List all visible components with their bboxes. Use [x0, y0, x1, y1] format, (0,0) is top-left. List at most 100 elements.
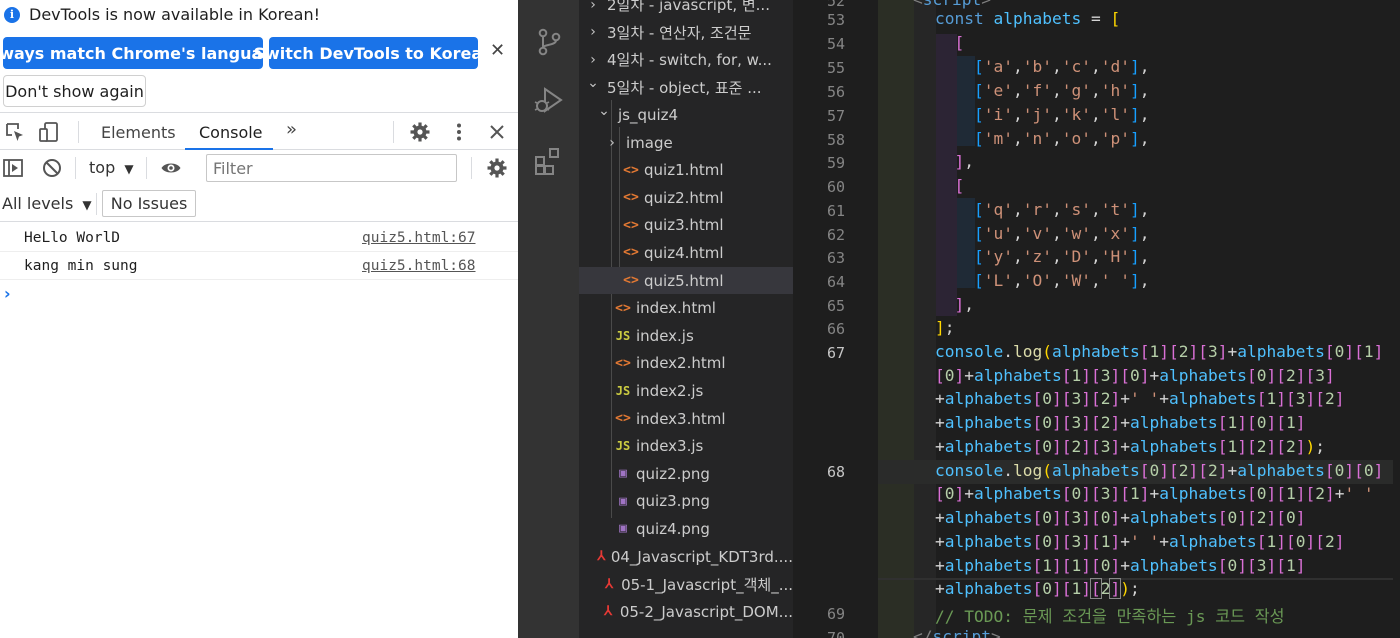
code-line-67-wrap: [0]+alphabets[1][3][0]+alphabets[0][2][3…: [935, 366, 1335, 385]
explorer-folder[interactable]: › 2일차 - javascript, 변...: [579, 0, 793, 18]
context-value: top: [89, 158, 116, 177]
run-debug-icon[interactable]: [533, 84, 565, 116]
tab-elements[interactable]: Elements: [101, 123, 176, 142]
explorer-item-label: quiz4.html: [644, 243, 724, 262]
explorer-file[interactable]: ▣ quiz3.png: [579, 488, 793, 515]
code-line-68: console.log(alphabets[0][2][2]+alphabets…: [935, 461, 1384, 480]
explorer-folder[interactable]: ⌄ 5일차 - object, 표준 ...: [579, 74, 793, 101]
code-line-53: const alphabets = [: [935, 9, 1121, 28]
close-devtools-icon[interactable]: [486, 121, 508, 143]
log-levels-label: All levels: [2, 194, 74, 213]
explorer-file[interactable]: <> index.html: [579, 295, 793, 322]
explorer-folder[interactable]: › 4일차 - switch, for, w...: [579, 46, 793, 73]
live-expression-eye-icon[interactable]: [160, 157, 182, 179]
explorer-file[interactable]: <> index2.html: [579, 350, 793, 377]
more-options-icon[interactable]: [448, 121, 470, 143]
code-line-62: ['u','v','w','x'],: [973, 224, 1150, 243]
explorer-item-label: 2일차 - javascript, 변...: [607, 0, 770, 14]
html-file-icon: <>: [623, 190, 639, 206]
chevron-right-icon[interactable]: ›: [604, 135, 620, 151]
device-toolbar-icon[interactable]: [38, 121, 60, 143]
explorer-file[interactable]: ⅄ 04_Javascript_KDT3rd....: [579, 543, 793, 570]
tab-console[interactable]: Console: [199, 123, 263, 142]
js-file-icon: JS: [615, 439, 631, 454]
source-control-icon[interactable]: [533, 26, 565, 58]
code-line-68-wrap: +alphabets[0][1][2]);: [935, 578, 1140, 599]
explorer-file[interactable]: <> quiz2.html: [579, 184, 793, 211]
js-file-icon: JS: [615, 383, 631, 398]
chevron-right-icon[interactable]: ›: [585, 52, 601, 68]
toolbar-divider: [146, 157, 147, 179]
always-match-language-button[interactable]: Always match Chrome's language: [0, 37, 285, 69]
explorer-file[interactable]: <> quiz1.html: [579, 157, 793, 184]
switch-to-korean-button[interactable]: Switch DevTools to Korean: [253, 37, 494, 69]
explorer-item-label: 05-1_Javascript_객체_...: [621, 575, 793, 594]
line-number: 69: [826, 605, 845, 623]
explorer-item-label: quiz4.png: [636, 519, 710, 538]
explorer-item-label: index3.js: [636, 437, 704, 456]
code-line-70: </script>: [913, 627, 1001, 638]
chevron-down-icon: ▼: [124, 162, 134, 176]
explorer-file[interactable]: <> quiz5.html: [579, 267, 793, 294]
console-settings-gear-icon[interactable]: [486, 157, 508, 179]
explorer-folder[interactable]: ⌄ js_quiz4: [579, 101, 793, 128]
code-line-63: ['y','z','D','H'],: [973, 247, 1150, 266]
toolbar-divider: [78, 121, 79, 143]
explorer-file[interactable]: <> quiz3.html: [579, 212, 793, 239]
settings-gear-icon[interactable]: [409, 121, 431, 143]
code-line-64: ['L','O','W',' '],: [973, 271, 1150, 290]
issues-button[interactable]: No Issues: [102, 190, 196, 217]
explorer-file[interactable]: ⅄ 05-2_Javascript_DOM...: [579, 598, 793, 625]
html-file-icon: <>: [623, 273, 639, 288]
console-prompt-chevron-icon[interactable]: ›: [4, 284, 11, 303]
code-line-54: [: [954, 33, 965, 52]
more-tabs-icon[interactable]: »: [286, 119, 297, 140]
code-line-68-wrap: +alphabets[1][1][0]+alphabets[0][3][1]: [935, 556, 1306, 575]
sidebar-toggle-icon[interactable]: [2, 157, 24, 179]
explorer-folder[interactable]: › image: [579, 129, 793, 156]
explorer-item-label: index3.html: [636, 409, 726, 428]
code-line-58: ['m','n','o','p'],: [973, 129, 1150, 148]
explorer-item-label: quiz2.png: [636, 464, 710, 483]
extensions-icon[interactable]: [533, 146, 565, 178]
explorer-item-label: image: [626, 133, 673, 152]
pdf-file-icon: ⅄: [604, 604, 613, 620]
chevron-right-icon[interactable]: ›: [585, 24, 601, 40]
toolbar-divider: [75, 157, 76, 179]
dont-show-again-button[interactable]: Don't show again: [3, 75, 146, 107]
chevron-right-icon[interactable]: ›: [585, 0, 601, 13]
explorer-folder[interactable]: › 3일차 - 연산자, 조건문: [579, 19, 793, 46]
explorer-file[interactable]: JS index3.js: [579, 433, 793, 460]
line-number: 56: [826, 83, 845, 101]
console-source-link[interactable]: quiz5.html:67: [362, 230, 476, 246]
clear-console-icon[interactable]: [41, 157, 63, 179]
html-file-icon: <>: [615, 355, 631, 371]
line-number: 63: [826, 249, 845, 267]
explorer-file[interactable]: ▣ quiz4.png: [579, 515, 793, 542]
info-message: i DevTools is now available in Korean!: [4, 5, 320, 24]
explorer-file[interactable]: JS index2.js: [579, 377, 793, 404]
chevron-down-icon[interactable]: ⌄: [596, 103, 612, 119]
console-source-link[interactable]: quiz5.html:68: [362, 258, 476, 274]
file-explorer: › 2일차 - javascript, 변... › 3일차 - 연산자, 조건문 › 4…: [579, 0, 793, 638]
explorer-file[interactable]: ▣ quiz2.png: [579, 460, 793, 487]
chevron-down-icon[interactable]: ⌄: [585, 75, 601, 91]
console-toolbar: top ▼: [0, 150, 518, 186]
context-selector[interactable]: top ▼: [89, 158, 134, 177]
explorer-file[interactable]: JS index.js: [579, 322, 793, 349]
filter-input[interactable]: [206, 154, 457, 182]
inspect-element-icon[interactable]: [4, 121, 26, 143]
language-infobar: i DevTools is now available in Korean! A…: [0, 0, 518, 112]
explorer-file[interactable]: ⅄ 05-1_Javascript_객체_...: [579, 571, 793, 598]
explorer-file[interactable]: <> index3.html: [579, 405, 793, 432]
close-infobar-icon[interactable]: ✕: [490, 40, 505, 61]
image-file-icon: ▣: [619, 521, 627, 537]
code-line-67-wrap: +alphabets[0][3][2]+' '+alphabets[1][3][…: [935, 389, 1345, 408]
explorer-item-label: 5일차 - object, 표준 ...: [607, 78, 762, 97]
explorer-file[interactable]: <> quiz4.html: [579, 239, 793, 266]
devtools-tabbar: Elements Console »: [0, 112, 518, 150]
info-icon: i: [4, 6, 20, 23]
code-editor[interactable]: 5253 54 55 56 57 58 59 60 61 62 63 64 65 66 67 68 69 70 <…: [793, 0, 1400, 638]
explorer-item-label: quiz3.png: [636, 492, 710, 511]
log-levels-dropdown[interactable]: All levels ▼: [2, 194, 92, 213]
